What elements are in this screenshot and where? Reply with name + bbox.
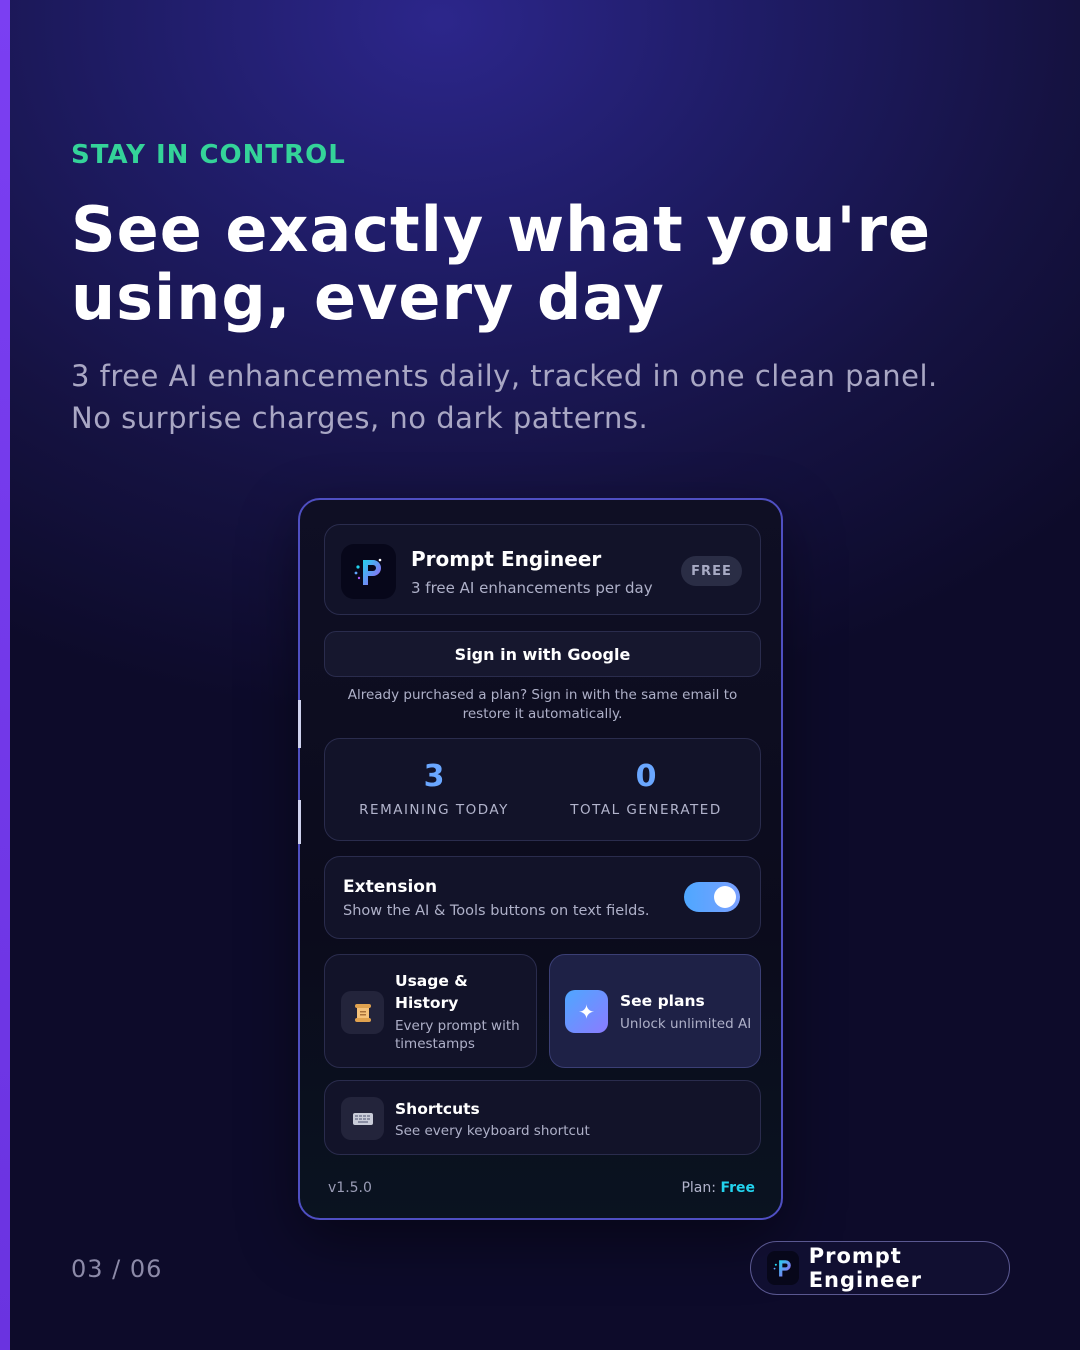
shortcuts-subtitle: See every keyboard shortcut (395, 1123, 590, 1139)
stat-remaining: 3 REMAINING TODAY (325, 759, 543, 818)
toggle-knob (714, 886, 736, 908)
subheadline-line-1: 3 free AI enhancements daily, tracked in… (71, 359, 938, 393)
usage-history-tile[interactable]: Usage & History Every prompt with timest… (324, 954, 537, 1068)
eyebrow-label: STAY IN CONTROL (71, 140, 346, 170)
panel-edge-highlight (298, 800, 301, 844)
usage-title: Usage & History (395, 970, 468, 1014)
plan-label: Plan: (681, 1180, 716, 1196)
stat-total: 0 TOTAL GENERATED (537, 759, 755, 818)
extension-subtitle: Show the AI & Tools buttons on text fiel… (343, 903, 650, 919)
brand-pill: Prompt Engineer (750, 1241, 1010, 1295)
plans-title: See plans (620, 992, 705, 1010)
app-header-card: Prompt Engineer 3 free AI enhancements p… (324, 524, 761, 615)
app-logo-icon (341, 544, 396, 599)
sparkle-icon: ✦ (565, 990, 608, 1033)
extension-popup-panel: Prompt Engineer 3 free AI enhancements p… (298, 498, 783, 1220)
subheadline-line-2: No surprise charges, no dark patterns. (71, 401, 649, 435)
version-label: v1.5.0 (328, 1180, 372, 1196)
extension-title: Extension (343, 877, 438, 897)
panel-edge-highlight (298, 700, 301, 748)
usage-title-line: Usage & (395, 972, 468, 990)
see-plans-tile[interactable]: ✦ See plans Unlock unlimited AI (549, 954, 761, 1068)
stat-value: 3 (423, 759, 445, 794)
stat-label: TOTAL GENERATED (570, 802, 722, 818)
shortcuts-title: Shortcuts (395, 1100, 480, 1118)
plan-badge: FREE (681, 556, 742, 586)
app-logo-icon (767, 1251, 799, 1285)
plans-subtitle: Unlock unlimited AI (620, 1016, 752, 1032)
restore-note: Already purchased a plan? Sign in with t… (347, 687, 738, 722)
stat-label: REMAINING TODAY (359, 802, 509, 818)
subheadline: 3 free AI enhancements daily, tracked in… (71, 355, 1011, 439)
usage-subtitle-line: timestamps (395, 1036, 475, 1052)
keyboard-icon (341, 1097, 384, 1140)
extension-toggle-card: Extension Show the AI & Tools buttons on… (324, 856, 761, 939)
app-subtitle: 3 free AI enhancements per day (411, 579, 653, 597)
usage-stats-card: 3 REMAINING TODAY 0 TOTAL GENERATED (324, 738, 761, 841)
headline: See exactly what you're using, every day (71, 193, 932, 334)
plan-value: Free (720, 1180, 755, 1196)
extension-toggle[interactable] (684, 882, 740, 912)
shortcuts-tile[interactable]: Shortcuts See every keyboard shortcut (324, 1080, 761, 1155)
slide-pager: 03 / 06 (71, 1255, 163, 1283)
sign-in-google-button[interactable]: Sign in with Google (324, 631, 761, 677)
brand-name: Prompt Engineer (808, 1244, 923, 1292)
usage-subtitle: Every prompt with timestamps (395, 1017, 520, 1053)
app-title: Prompt Engineer (411, 547, 602, 571)
scroll-icon (341, 991, 384, 1034)
usage-title-line: History (395, 994, 459, 1012)
accent-bar (0, 0, 10, 1350)
stat-value: 0 (635, 759, 657, 794)
usage-subtitle-line: Every prompt with (395, 1018, 520, 1034)
plan-status: Plan: Free (681, 1180, 755, 1196)
